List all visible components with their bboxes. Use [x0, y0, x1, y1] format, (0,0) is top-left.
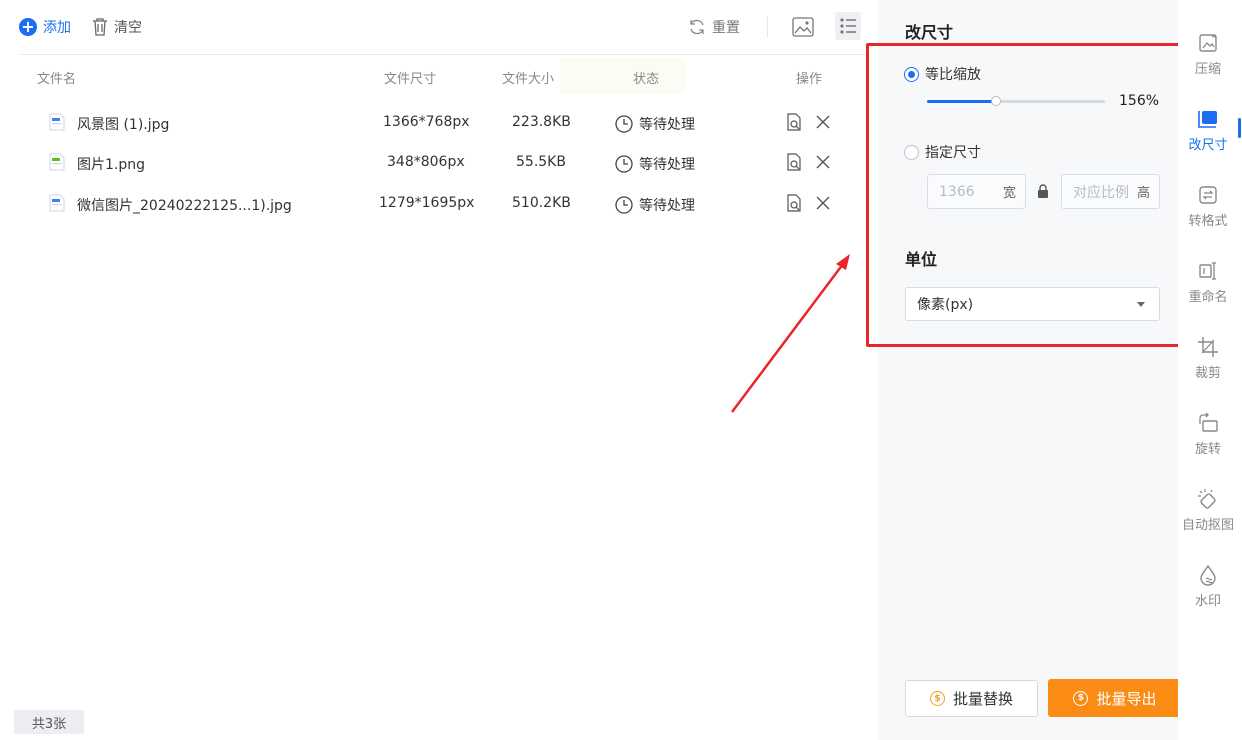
table-header: 文件名 文件尺寸 文件大小 状态 操作: [0, 66, 878, 88]
file-size: 223.8KB: [512, 114, 571, 130]
tool-compress[interactable]: 压缩: [1178, 32, 1238, 92]
tool-rename[interactable]: 重命名: [1178, 260, 1238, 320]
image-view-icon: [792, 17, 814, 37]
coin-icon: $: [1073, 690, 1089, 706]
tool-auto-cutout[interactable]: 自动抠图: [1178, 488, 1238, 548]
batch-replace-label: 批量替换: [952, 690, 1013, 708]
file-status: 等待处理: [615, 154, 695, 174]
active-tool-indicator: [1238, 118, 1241, 138]
file-name: 图片1.png: [77, 157, 146, 173]
clock-icon: [615, 115, 633, 133]
toolbar-divider: [767, 16, 768, 38]
header-size: 文件大小: [502, 72, 555, 87]
file-count-badge: 共3张: [14, 710, 84, 734]
header-status: 状态: [633, 72, 660, 87]
batch-replace-button[interactable]: $ 批量替换: [905, 680, 1038, 717]
tool-convert-label: 转格式: [1188, 214, 1228, 229]
status-text: 等待处理: [639, 198, 695, 214]
tool-resize[interactable]: 改尺寸: [1178, 108, 1238, 168]
plus-circle-icon: +: [19, 18, 37, 36]
table-row[interactable]: 微信图片_20240222125...1).jpg 1279*1695px 51…: [0, 185, 878, 225]
tool-rename-label: 重命名: [1188, 290, 1228, 305]
file-dimensions: 1279*1695px: [379, 195, 475, 211]
reset-button[interactable]: 重置: [688, 14, 740, 40]
panel-title: 改尺寸: [905, 23, 954, 42]
tool-watermark[interactable]: 水印: [1178, 564, 1238, 624]
add-button[interactable]: + 添加: [19, 14, 71, 40]
file-size: 55.5KB: [516, 154, 566, 170]
tool-rotate-label: 旋转: [1194, 442, 1221, 457]
image-file-icon: [49, 113, 65, 131]
trash-icon: [93, 18, 107, 36]
remove-icon[interactable]: [814, 153, 832, 171]
tool-crop-label: 裁剪: [1194, 366, 1221, 381]
header-name: 文件名: [37, 72, 77, 87]
toolbar-divider-line: [20, 54, 868, 55]
file-name: 微信图片_20240222125...1).jpg: [77, 198, 292, 214]
refresh-icon: [690, 19, 704, 35]
watermark-icon: [1200, 564, 1216, 586]
preview-icon[interactable]: [785, 113, 803, 131]
auto-cutout-icon: [1198, 489, 1216, 509]
tool-crop[interactable]: 裁剪: [1178, 336, 1238, 396]
remove-icon[interactable]: [814, 113, 832, 131]
preview-icon[interactable]: [785, 153, 803, 171]
clock-icon: [615, 155, 633, 173]
preview-icon[interactable]: [785, 194, 803, 212]
convert-format-icon: [1199, 186, 1217, 204]
header-dimensions: 文件尺寸: [384, 72, 437, 87]
file-size: 510.2KB: [512, 195, 571, 211]
compress-icon: [1199, 34, 1217, 52]
clock-icon: [615, 196, 633, 214]
thumbnail-view-button[interactable]: [790, 14, 816, 40]
table-row[interactable]: 风景图 (1).jpg 1366*768px 223.8KB 等待处理: [0, 104, 878, 144]
tool-watermark-label: 水印: [1194, 594, 1221, 609]
file-dimensions: 1366*768px: [383, 114, 470, 130]
remove-icon[interactable]: [814, 194, 832, 212]
file-name: 风景图 (1).jpg: [77, 117, 170, 133]
clear-label: 清空: [114, 20, 142, 36]
tool-resize-label: 改尺寸: [1188, 138, 1228, 153]
coin-icon: $: [929, 691, 945, 706]
status-text: 等待处理: [639, 157, 695, 173]
tool-convert[interactable]: 转格式: [1178, 184, 1238, 244]
tool-auto-cutout-label: 自动抠图: [1181, 518, 1234, 533]
toolbar: + 添加 清空 重置: [0, 0, 878, 54]
file-status: 等待处理: [615, 195, 695, 215]
rename-icon: [1199, 262, 1216, 280]
status-text: 等待处理: [639, 117, 695, 133]
reset-label: 重置: [712, 20, 740, 36]
list-view-icon: [840, 18, 856, 34]
tool-rotate[interactable]: 旋转: [1178, 412, 1238, 472]
file-status: 等待处理: [615, 114, 695, 134]
add-label: 添加: [43, 20, 71, 36]
header-actions: 操作: [796, 72, 823, 87]
file-dimensions: 348*806px: [387, 154, 465, 170]
annotation-arrow: [731, 254, 850, 413]
list-view-button[interactable]: [835, 12, 861, 40]
clear-button[interactable]: 清空: [92, 14, 142, 40]
rotate-icon: [1199, 412, 1218, 432]
table-row[interactable]: 图片1.png 348*806px 55.5KB 等待处理: [0, 144, 878, 184]
image-file-icon: [49, 153, 65, 171]
crop-icon: [1198, 337, 1218, 357]
resize-icon: [1198, 111, 1217, 128]
batch-export-label: 批量导出: [1096, 689, 1157, 708]
batch-export-button[interactable]: $ 批量导出: [1048, 679, 1182, 717]
highlight-box: [866, 43, 1182, 347]
image-file-icon: [49, 194, 65, 212]
tool-compress-label: 压缩: [1194, 62, 1221, 77]
